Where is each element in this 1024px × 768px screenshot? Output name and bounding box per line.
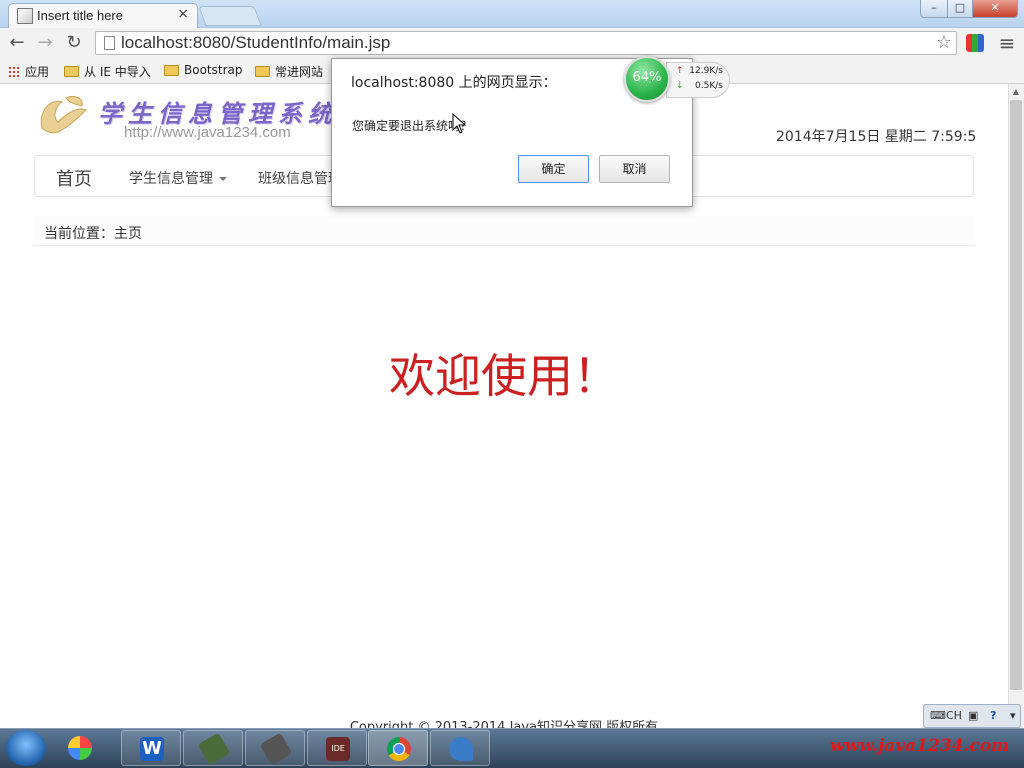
bookmark-label: 应用 (25, 65, 50, 79)
extension-icon[interactable] (966, 34, 984, 52)
upload-value: 12.9K/s (689, 66, 723, 76)
new-tab-button[interactable] (198, 6, 262, 26)
forward-button[interactable]: → (34, 32, 56, 54)
apps-icon (8, 65, 20, 78)
net-download-speed: ↓ 0.5K/s (676, 81, 723, 91)
nav-class-label: 班级信息管理 (258, 171, 342, 187)
taskbar-app-4[interactable] (245, 730, 305, 766)
folder-icon (255, 66, 270, 77)
window-maximize-button[interactable]: □ (947, 0, 973, 18)
terminal-icon (197, 732, 231, 766)
browser-toolbar: ← → ↻ localhost:8080/StudentInfo/main.js… (0, 28, 1024, 58)
window-minimize-button[interactable]: – (920, 0, 948, 18)
nav-home-link[interactable]: 首页 (56, 165, 92, 191)
address-url[interactable]: localhost:8080/StudentInfo/main.jsp (121, 33, 390, 53)
tab-close-icon[interactable]: × (177, 6, 189, 22)
chrome-icon (387, 737, 411, 761)
nav-student-label: 学生信息管理 (129, 171, 213, 187)
start-button[interactable] (6, 730, 46, 766)
bookmark-bootstrap[interactable]: Bootstrap (164, 63, 242, 77)
site-logo-url: http://www.java1234.com (124, 124, 291, 141)
logo-icon (40, 95, 87, 134)
taskbar-app-6[interactable] (368, 730, 428, 766)
javaee-ide-icon: IDE (326, 737, 350, 761)
download-value: 0.5K/s (695, 81, 723, 91)
bookmark-star-icon[interactable]: ☆ (936, 32, 952, 53)
taskbar-app-5[interactable]: IDE (307, 730, 367, 766)
dialog-title: localhost:8080 上的网页显示： (351, 75, 557, 91)
mouse-cursor-icon (452, 113, 466, 134)
taskbar-app-7[interactable] (430, 730, 490, 766)
download-arrow-icon: ↓ (676, 81, 684, 91)
tab-title: Insert title here (37, 8, 123, 23)
chrome-menu-button[interactable]: ≡ (996, 32, 1018, 54)
bookmark-ie-import[interactable]: 从 IE 中导入 (64, 63, 151, 80)
upload-arrow-icon: ↑ (676, 66, 684, 76)
net-upload-speed: ↑ 12.9K/s (676, 66, 723, 76)
window-close-button[interactable]: ✕ (972, 0, 1018, 18)
taskbar-app-3[interactable] (183, 730, 243, 766)
caret-down-icon (219, 177, 227, 181)
ime-label[interactable]: CH (946, 709, 962, 722)
bookmark-label: 从 IE 中导入 (84, 65, 151, 79)
bookmark-frequent-sites[interactable]: 常进网站 (255, 63, 323, 80)
taskbar-app-2[interactable]: W (121, 730, 181, 766)
bookmark-apps[interactable]: 应用 (8, 63, 49, 80)
current-datetime: 2014年7月15日 星期二 7:59:5 (776, 129, 977, 145)
welcome-heading: 欢迎使用！ (389, 349, 619, 403)
browser-tab[interactable]: Insert title here × (8, 3, 198, 28)
language-bar[interactable]: ⌨ CH ▣ ? ▾ (923, 704, 1021, 728)
breadcrumb-text: 当前位置：主页 (44, 226, 142, 242)
page-favicon-icon (17, 8, 33, 24)
dolphin-icon (449, 737, 473, 761)
dialog-cancel-button[interactable]: 取消 (599, 155, 670, 183)
page-icon (104, 36, 115, 50)
bookmark-label: Bootstrap (184, 63, 243, 77)
site-watermark: www.java1234.com (830, 736, 1010, 756)
dialog-ok-button[interactable]: 确定 (518, 155, 589, 183)
bookmark-label: 常进网站 (275, 65, 324, 79)
net-meter-percent: 64% (632, 70, 662, 85)
scroll-up-icon[interactable]: ▲ (1010, 86, 1022, 98)
wps-writer-icon: W (140, 737, 164, 761)
breadcrumb: 当前位置：主页 (34, 216, 974, 246)
scrollbar-thumb[interactable] (1010, 100, 1022, 690)
back-button[interactable]: ← (6, 32, 28, 54)
nav-class-menu[interactable]: 班级信息管理 (258, 168, 342, 188)
terminal-alt-icon (259, 732, 293, 766)
folder-app-icon (68, 736, 92, 760)
reload-button[interactable]: ↻ (63, 32, 85, 54)
folder-icon (164, 64, 179, 76)
ime-mode-icon[interactable]: ▣ (968, 709, 978, 722)
nav-student-menu[interactable]: 学生信息管理 (129, 168, 227, 188)
minimize-langbar-icon[interactable]: ▾ (1010, 709, 1016, 722)
taskbar-app-1[interactable] (58, 730, 118, 766)
folder-icon (64, 66, 79, 77)
keyboard-icon: ⌨ (930, 709, 946, 722)
address-bar[interactable]: localhost:8080/StudentInfo/main.jsp ☆ (95, 31, 957, 55)
help-icon[interactable]: ? (990, 709, 996, 722)
